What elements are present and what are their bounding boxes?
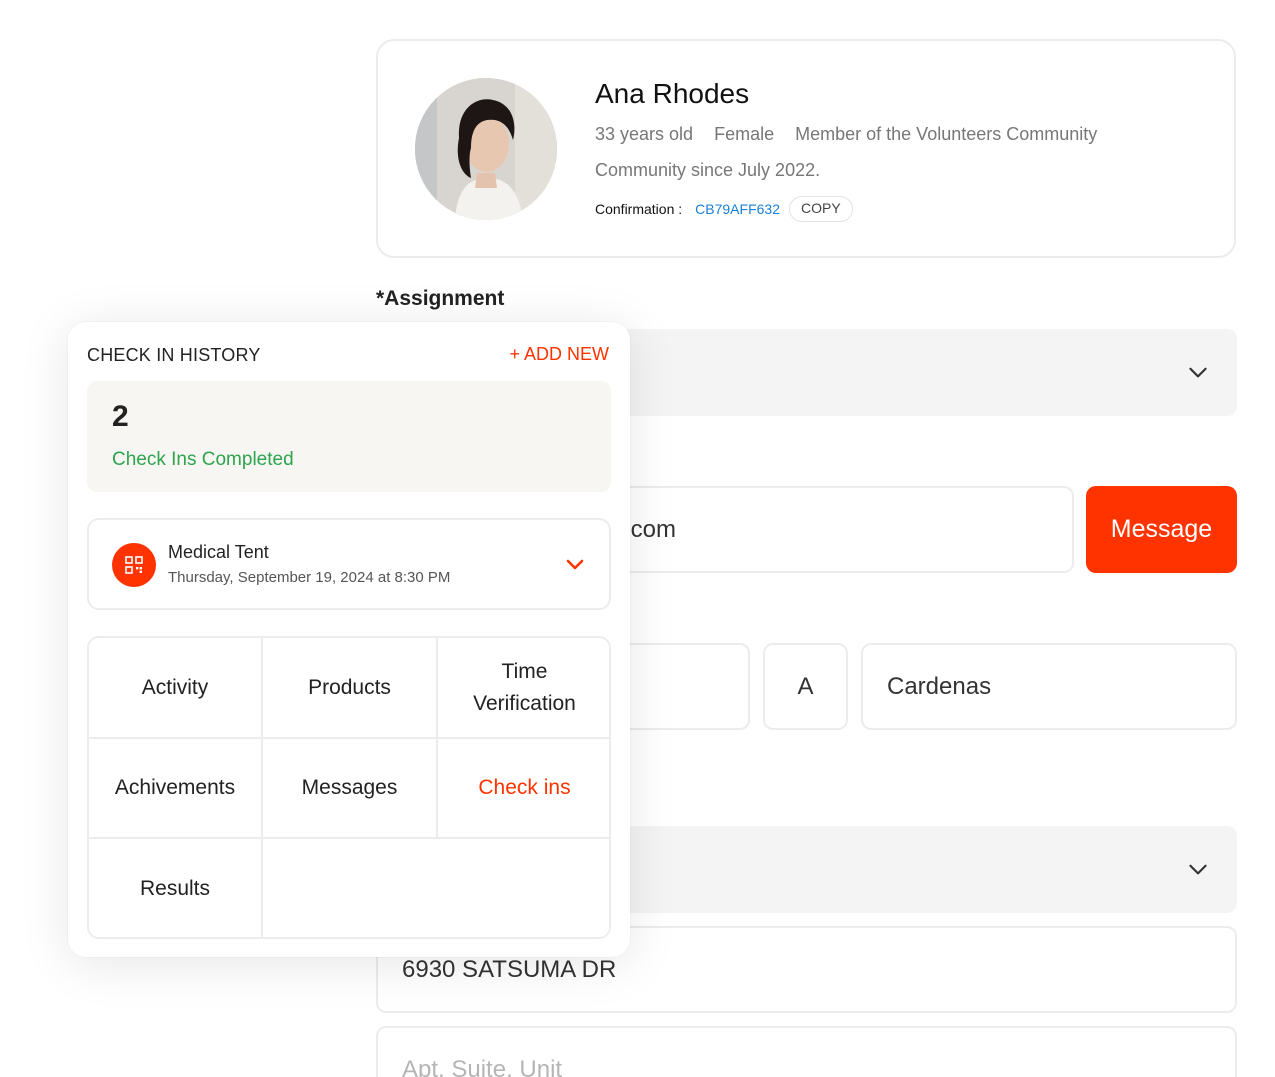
qr-code-icon	[112, 543, 156, 587]
apt-placeholder: Apt, Suite, Unit	[402, 1056, 563, 1077]
profile-age: 33 years old	[595, 124, 694, 144]
confirmation-label: Confirmation :	[595, 201, 683, 217]
middle-initial-value: A	[797, 672, 814, 700]
profile-since: Community since July 2022.	[595, 160, 821, 180]
profile-meta: 33 years old Female Member of the Volunt…	[595, 124, 1113, 145]
message-button[interactable]: Message	[1086, 486, 1237, 573]
chevron-down-icon	[1189, 864, 1207, 875]
check-ins-count-label: Check Ins Completed	[112, 449, 294, 470]
check-in-entry[interactable]: Medical Tent Thursday, September 19, 202…	[87, 518, 611, 610]
tab-achievements[interactable]: Achivements	[89, 739, 261, 837]
last-name-field[interactable]: Cardenas	[861, 643, 1237, 730]
tab-grid: Activity Products Time Verification Achi…	[87, 636, 611, 939]
chevron-down-icon	[1189, 367, 1207, 378]
profile-card: Ana Rhodes 33 years old Female Member of…	[376, 39, 1236, 258]
tab-check-ins[interactable]: Check ins	[438, 739, 609, 837]
panel-title: CHECK IN HISTORY	[87, 345, 261, 365]
add-new-button[interactable]: + ADD NEW	[509, 344, 609, 365]
check-ins-summary: 2 Check Ins Completed	[87, 381, 611, 492]
profile-gender: Female	[714, 124, 775, 144]
profile-membership: Member of the Volunteers Community	[795, 124, 1098, 144]
assignment-label: *Assignment	[376, 287, 505, 310]
tab-results[interactable]: Results	[89, 839, 261, 937]
tab-messages[interactable]: Messages	[263, 739, 436, 837]
apt-field[interactable]: Apt, Suite, Unit	[376, 1026, 1237, 1077]
avatar-photo	[415, 78, 557, 220]
confirmation-code[interactable]: CB79AFF632	[695, 201, 780, 217]
chevron-down-icon[interactable]	[563, 552, 587, 576]
avatar	[415, 78, 557, 220]
tab-products[interactable]: Products	[263, 638, 436, 737]
tab-time-verification[interactable]: Time Verification	[438, 638, 609, 737]
entry-location: Medical Tent	[168, 542, 269, 562]
email-value: .com	[624, 515, 677, 543]
copy-button[interactable]: COPY	[788, 196, 853, 222]
middle-initial-field[interactable]: A	[763, 643, 848, 730]
tab-activity[interactable]: Activity	[89, 638, 261, 737]
confirmation-row: Confirmation : CB79AFF632 COPY	[595, 196, 853, 222]
last-name-value: Cardenas	[887, 672, 992, 700]
profile-name: Ana Rhodes	[595, 78, 750, 109]
entry-datetime: Thursday, September 19, 2024 at 8:30 PM	[168, 569, 451, 586]
address-value: 6930 SATSUMA DR	[402, 955, 617, 983]
check-ins-count: 2	[112, 400, 129, 433]
email-field[interactable]: .com	[560, 486, 1074, 573]
check-in-history-panel: CHECK IN HISTORY + ADD NEW 2 Check Ins C…	[68, 322, 630, 957]
